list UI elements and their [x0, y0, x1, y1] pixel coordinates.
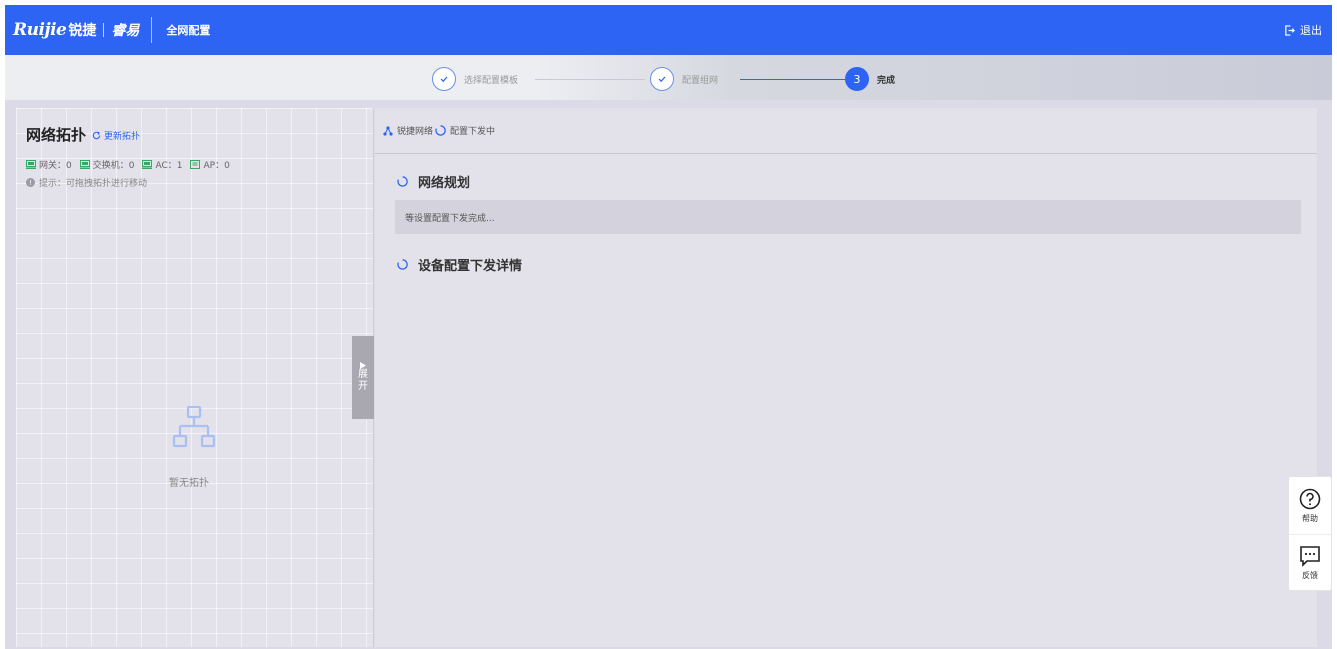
feedback-label: 反馈: [1302, 571, 1318, 580]
ac-count-label: AC：1: [155, 161, 183, 171]
check-icon: [658, 76, 666, 83]
switch-icon: [79, 160, 90, 169]
ac-icon: [142, 160, 153, 169]
deploy-status: 配置下发中: [435, 124, 495, 137]
section-device-config-details: 设备配置下发详情: [397, 255, 522, 274]
section-network-planning-title: 网络规划: [418, 176, 471, 191]
brand-ruiyi-text: 睿易: [111, 23, 140, 39]
switch-count-label: 交换机：0: [92, 161, 135, 171]
step-2: 配置组网: [650, 67, 718, 91]
expand-char-2: 开: [358, 381, 368, 392]
topology-header: 网络拓扑 更新拓扑: [26, 124, 140, 145]
network-icon: [383, 125, 393, 136]
loading-spinner-icon: [397, 176, 408, 187]
header-divider: [151, 17, 153, 43]
deploy-toolbar: 锐捷网络 配置下发中: [375, 108, 1317, 154]
section-network-planning: 网络规划: [397, 172, 470, 191]
step-1: 选择配置模板: [432, 67, 518, 91]
feedback-icon: [1300, 546, 1320, 567]
help-icon: [1299, 488, 1321, 509]
deploy-panel: 锐捷网络 配置下发中 网络规划 等设置配置下发完成... 设备配置下发详情: [375, 108, 1317, 647]
device-counts: 网关：0 交换机：0 AC：1 AP：0: [26, 158, 238, 171]
brand-cn-text: 锐捷: [68, 23, 97, 39]
drag-hint: ! 提示：可拖拽拓扑进行移动: [26, 176, 147, 189]
deploy-message-bar: 等设置配置下发完成...: [395, 200, 1301, 234]
logout-icon: [1285, 24, 1295, 36]
step-3-label: 完成: [877, 75, 896, 86]
ruijie-network-label: 锐捷网络: [397, 127, 434, 137]
floating-toolbar: 帮助 反馈: [1288, 476, 1332, 591]
top-header: Ruijie 锐捷 睿易 全网配置 退出: [5, 5, 1332, 55]
expand-char-1: 展: [358, 369, 368, 380]
topology-panel[interactable]: 网络拓扑 更新拓扑 网关：0 交换机：0 AC：1 AP：0 ! 提示：可拖拽拓…: [16, 108, 374, 647]
check-icon: [440, 76, 448, 83]
logout-button[interactable]: 退出: [1284, 5, 1322, 55]
feedback-button[interactable]: 反馈: [1289, 534, 1331, 591]
gateway-count: 网关：0: [26, 158, 72, 171]
ap-icon: [190, 160, 201, 169]
deploy-status-label: 配置下发中: [450, 127, 496, 137]
help-label: 帮助: [1302, 513, 1318, 523]
step-3: 3 完成: [845, 67, 895, 91]
deploy-message: 等设置配置下发完成...: [405, 213, 495, 224]
empty-topology: 暂无拓扑: [164, 405, 224, 489]
ap-count: AP：0: [190, 158, 230, 171]
section-device-config-details-title: 设备配置下发详情: [418, 259, 523, 274]
topology-empty-icon: [172, 405, 216, 448]
ap-count-label: AP：0: [203, 161, 230, 171]
step-2-label: 配置组网: [682, 75, 719, 86]
help-button[interactable]: 帮助: [1289, 477, 1331, 534]
refresh-topology-label: 更新拓扑: [104, 132, 141, 142]
expand-panel-button[interactable]: 展 开: [352, 336, 374, 419]
loading-spinner-icon: [435, 125, 446, 136]
refresh-icon: [92, 131, 101, 140]
brand-ruijie-text: Ruijie: [13, 20, 67, 40]
gateway-icon: [26, 160, 36, 169]
step-1-label: 选择配置模板: [464, 75, 519, 86]
switch-count: 交换机：0: [79, 158, 135, 171]
step-progress-bar: 选择配置模板 配置组网 3 完成: [5, 55, 1332, 100]
info-icon: !: [26, 178, 35, 187]
gateway-count-label: 网关：0: [39, 161, 72, 171]
caret-right-icon: [360, 362, 366, 369]
main-content: 网络拓扑 更新拓扑 网关：0 交换机：0 AC：1 AP：0 ! 提示：可拖拽拓…: [5, 100, 1332, 649]
loading-spinner-icon: [397, 259, 408, 270]
empty-topology-label: 暂无拓扑: [169, 478, 209, 489]
ac-count: AC：1: [142, 158, 182, 171]
refresh-topology-button[interactable]: 更新拓扑: [92, 129, 140, 142]
step-connector-1: [535, 79, 645, 80]
drag-hint-text: 提示：可拖拽拓扑进行移动: [39, 179, 148, 189]
brand-separator: [103, 23, 105, 37]
step-2-check: [650, 67, 674, 91]
step-connector-2: [740, 79, 845, 80]
page-title: 全网配置: [166, 24, 211, 37]
step-3-number: 3: [845, 67, 869, 91]
step-1-check: [432, 67, 456, 91]
topology-title: 网络拓扑: [26, 126, 87, 144]
logout-label: 退出: [1300, 24, 1322, 37]
brand-logo: Ruijie 锐捷 睿易: [13, 5, 139, 55]
ruijie-network-link[interactable]: 锐捷网络: [383, 124, 433, 137]
